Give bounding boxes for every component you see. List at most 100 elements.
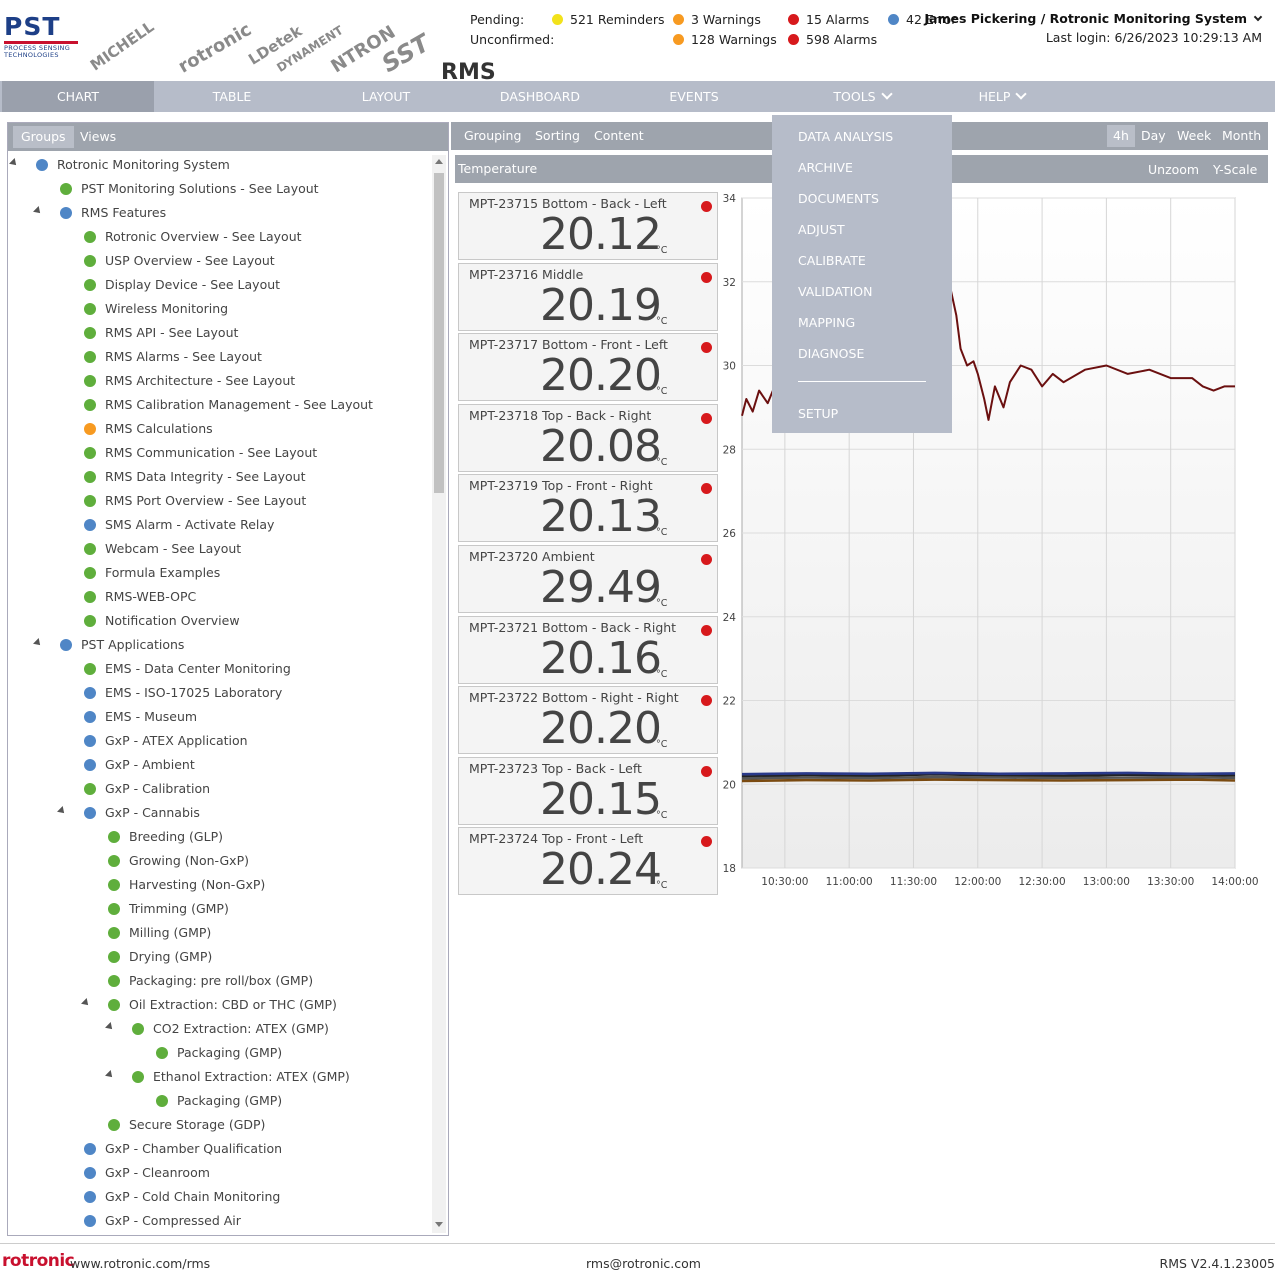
unconfirmed-warnings[interactable]: 128 Warnings — [673, 32, 777, 47]
tree-item[interactable]: Harvesting (Non-GxP) — [108, 875, 265, 899]
expand-triangle-icon[interactable] — [9, 158, 19, 168]
tree-item[interactable]: PST Applications — [33, 635, 184, 659]
expand-triangle-icon[interactable] — [33, 206, 43, 216]
sensor-card[interactable]: MPT-23719 Top - Front - Right 20.13 °C — [458, 474, 718, 543]
unzoom-button[interactable]: Unzoom — [1148, 156, 1199, 184]
menu-item-diagnose[interactable]: DIAGNOSE — [798, 346, 864, 361]
menu-item-adjust[interactable]: ADJUST — [798, 222, 845, 237]
tree-item[interactable]: Secure Storage (GDP) — [108, 1115, 265, 1139]
tree-item[interactable]: GxP - Cleanroom — [84, 1163, 210, 1187]
tab-table[interactable]: TABLE — [156, 81, 308, 112]
tree-item[interactable]: Drying (GMP) — [108, 947, 212, 971]
scroll-up-icon[interactable] — [435, 159, 443, 164]
expand-triangle-icon[interactable] — [105, 1070, 115, 1080]
tree-item[interactable]: GxP - Compressed Air — [84, 1211, 241, 1235]
tab-events[interactable]: EVENTS — [618, 81, 770, 112]
tree-item[interactable]: GxP - Calibration — [84, 779, 210, 803]
range-week-button[interactable]: Week — [1177, 122, 1211, 150]
tree-item[interactable]: Growing (Non-GxP) — [108, 851, 249, 875]
tree-item[interactable]: GxP - Cannabis — [57, 803, 200, 827]
tree-item[interactable]: Trimming (GMP) — [108, 899, 229, 923]
sensor-card[interactable]: MPT-23722 Bottom - Right - Right 20.20 °C — [458, 686, 718, 755]
unconfirmed-alarms[interactable]: 598 Alarms — [788, 32, 877, 47]
y-scale-button[interactable]: Y-Scale — [1213, 156, 1257, 184]
tree-item[interactable]: GxP - Cold Chain Monitoring — [84, 1187, 280, 1211]
pending-warnings[interactable]: 3 Warnings — [673, 12, 761, 27]
sensor-card[interactable]: MPT-23717 Bottom - Front - Left 20.20 °C — [458, 333, 718, 402]
tree-item[interactable]: RMS API - See Layout — [84, 323, 238, 347]
tree-item[interactable]: Oil Extraction: CBD or THC (GMP) — [81, 995, 337, 1019]
tab-chart[interactable]: CHART — [2, 81, 154, 112]
tree-item[interactable]: RMS Architecture - See Layout — [84, 371, 295, 395]
tree-item[interactable]: RMS Data Integrity - See Layout — [84, 467, 305, 491]
tree-item[interactable]: Display Device - See Layout — [84, 275, 280, 299]
tree-item[interactable]: SMS Alarm - Activate Relay — [84, 515, 274, 539]
tree-item[interactable]: Notification Overview — [84, 611, 240, 635]
sensor-card[interactable]: MPT-23715 Bottom - Back - Left 20.12 °C — [458, 192, 718, 260]
tab-tools[interactable]: TOOLS — [772, 81, 952, 112]
tree-scrollbar-thumb[interactable] — [434, 173, 444, 493]
tree-item[interactable]: RMS Features — [33, 203, 166, 227]
tab-groups[interactable]: Groups — [13, 126, 74, 148]
tab-help[interactable]: HELP — [926, 81, 1078, 112]
expand-triangle-icon[interactable] — [81, 998, 91, 1008]
tree-item[interactable]: RMS Calculations — [84, 419, 213, 443]
tree-item[interactable]: Packaging (GMP) — [156, 1043, 282, 1067]
footer-email-link[interactable]: rms@rotronic.com — [586, 1256, 701, 1271]
tree-item[interactable]: Packaging: pre roll/box (GMP) — [108, 971, 313, 995]
sensor-card[interactable]: MPT-23724 Top - Front - Left 20.24 °C — [458, 827, 718, 896]
range-4h-button[interactable]: 4h — [1107, 125, 1135, 147]
tree-item[interactable]: PST Monitoring Solutions - See Layout — [60, 179, 319, 203]
sensor-card[interactable]: MPT-23720 Ambient 29.49 °C — [458, 545, 718, 613]
expand-triangle-icon[interactable] — [33, 638, 43, 648]
tree-item[interactable]: GxP - Ambient — [84, 755, 195, 779]
tree-item[interactable]: Ethanol Extraction: ATEX (GMP) — [105, 1067, 350, 1091]
expand-triangle-icon[interactable] — [57, 806, 67, 816]
menu-item-archive[interactable]: ARCHIVE — [798, 160, 853, 175]
menu-item-mapping[interactable]: MAPPING — [798, 315, 855, 330]
tree-item[interactable]: USP Overview - See Layout — [84, 251, 275, 275]
footer-website-link[interactable]: www.rotronic.com/rms — [70, 1256, 210, 1271]
tree-item[interactable]: RMS Communication - See Layout — [84, 443, 317, 467]
range-day-button[interactable]: Day — [1141, 122, 1166, 150]
tab-layout[interactable]: LAYOUT — [310, 81, 462, 112]
tree-item[interactable]: Rotronic Monitoring System — [9, 155, 230, 179]
pending-reminders[interactable]: 521 Reminders — [552, 12, 665, 27]
grouping-button[interactable]: Grouping — [464, 122, 521, 150]
sensor-card[interactable]: MPT-23723 Top - Back - Left 20.15 °C — [458, 756, 718, 825]
pst-logo[interactable]: PST PROCESS SENSING TECHNOLOGIES — [4, 14, 80, 62]
scroll-down-icon[interactable] — [435, 1222, 443, 1227]
menu-item-documents[interactable]: DOCUMENTS — [798, 191, 879, 206]
tree-item[interactable]: RMS Calibration Management - See Layout — [84, 395, 373, 419]
menu-item-calibrate[interactable]: CALIBRATE — [798, 253, 866, 268]
tree-item[interactable]: Wireless Monitoring — [84, 299, 228, 323]
tab-dashboard[interactable]: DASHBOARD — [464, 81, 616, 112]
sensor-card[interactable]: MPT-23718 Top - Back - Right 20.08 °C — [458, 403, 718, 472]
menu-item-setup[interactable]: SETUP — [798, 406, 838, 421]
tree-item[interactable]: EMS - ISO-17025 Laboratory — [84, 683, 282, 707]
content-button[interactable]: Content — [594, 122, 644, 150]
tree-item[interactable]: Breeding (GLP) — [108, 827, 223, 851]
tree-item[interactable]: GxP - Chamber Qualification — [84, 1139, 282, 1163]
tab-views[interactable]: Views — [72, 126, 124, 148]
user-menu[interactable]: James Pickering / Rotronic Monitoring Sy… — [924, 11, 1263, 26]
tree-item[interactable]: RMS Port Overview - See Layout — [84, 491, 306, 515]
tree-item[interactable]: Rotronic Overview - See Layout — [84, 227, 302, 251]
sensor-card[interactable]: MPT-23716 Middle 20.19 °C — [458, 262, 718, 331]
tree-item[interactable]: RMS-WEB-OPC — [84, 587, 196, 611]
sensor-card[interactable]: MPT-23721 Bottom - Back - Right 20.16 °C — [458, 615, 718, 684]
sorting-button[interactable]: Sorting — [535, 122, 580, 150]
tree-item[interactable]: EMS - Museum — [84, 707, 197, 731]
tree-item[interactable]: Webcam - See Layout — [84, 539, 241, 563]
tree-item[interactable]: Formula Examples — [84, 563, 220, 587]
expand-triangle-icon[interactable] — [105, 1022, 115, 1032]
tree-item[interactable]: Milling (GMP) — [108, 923, 211, 947]
tree-item[interactable]: EMS - Data Center Monitoring — [84, 659, 291, 683]
tree-item[interactable]: GxP - ATEX Application — [84, 731, 248, 755]
menu-item-data-analysis[interactable]: DATA ANALYSIS — [798, 129, 893, 144]
range-month-button[interactable]: Month — [1222, 122, 1261, 150]
tree-item[interactable]: CO2 Extraction: ATEX (GMP) — [105, 1019, 329, 1043]
tree-item[interactable]: Packaging (GMP) — [156, 1091, 282, 1115]
menu-item-validation[interactable]: VALIDATION — [798, 284, 872, 299]
pending-alarms[interactable]: 15 Alarms — [788, 12, 869, 27]
